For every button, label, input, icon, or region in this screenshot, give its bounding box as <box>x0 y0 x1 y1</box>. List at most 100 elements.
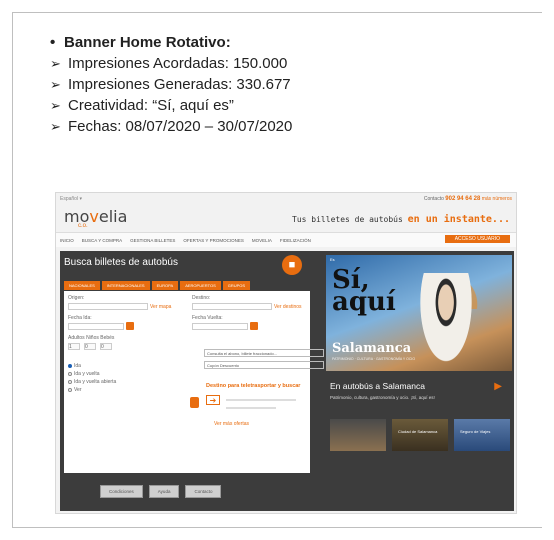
search-tabs: NACIONALES INTERNACIONALES EUROPA AEROPU… <box>64 281 251 290</box>
search-form: Origen: Ver mapa Destino: Ver destinos F… <box>64 291 324 473</box>
main-content: Busca billetes de autobús ■ NACIONALES I… <box>60 251 514 511</box>
header: movelia c.o. Tus billetes de autobús en … <box>56 205 516 233</box>
phone-info: Contacto 902 94 64 28 más números <box>424 196 512 202</box>
radio-icon <box>68 379 72 384</box>
arrow-bullet-icon: ➢ <box>50 119 61 134</box>
nav-item-fidelizacion[interactable]: FIDELIZACIÓN <box>280 238 311 243</box>
bottom-button-contact[interactable]: Contacto <box>185 485 222 498</box>
radio-ida-vuelta-abierta[interactable]: Ida y vuelta abierta <box>68 379 116 385</box>
bullet-heading: • Banner Home Rotativo: <box>50 32 510 53</box>
tagline-highlight: en un instante... <box>407 214 510 225</box>
top-bar: Español ▾ Contacto 902 94 64 28 más núme… <box>56 193 516 205</box>
tab-nacionales[interactable]: NACIONALES <box>64 281 100 290</box>
main-nav: INICIO BUSCA Y COMPRA GESTIONA BILLETES … <box>56 233 516 247</box>
bullet-text: Creatividad: “Sí, aquí es” <box>68 97 234 114</box>
date-out-label: Fecha Ida: <box>68 315 92 321</box>
radio-icon <box>68 371 72 376</box>
open-ticket-label: Ver <box>74 387 82 393</box>
bottom-buttons: Condiciones Ayuda Contacto <box>100 485 222 498</box>
bullet-text: Impresiones Acordadas: 150.000 <box>68 55 288 72</box>
bullet-text: Fechas: 08/07/2020 – 30/07/2020 <box>68 118 293 135</box>
tab-internacionales[interactable]: INTERNACIONALES <box>101 281 150 290</box>
thumbnail-insurance[interactable]: Seguro de Viajes <box>454 419 510 451</box>
radio-ida-label: Ida <box>74 363 81 369</box>
promo-title[interactable]: En autobús a Salamanca <box>330 381 425 391</box>
children-value: 0 <box>85 344 88 350</box>
radio-ida[interactable]: Ida <box>68 363 81 369</box>
bullet-item: ➢ Impresiones Generadas: 330.677 <box>50 74 510 95</box>
banner-subtitle: PATRIMONIO · CULTURA · GASTRONOMÍA Y OCI… <box>332 357 416 361</box>
bullet-text: Impresiones Generadas: 330.677 <box>68 76 291 93</box>
search-arrow-button[interactable]: ➔ <box>206 395 220 405</box>
nav-item-busca[interactable]: BUSCA Y COMPRA <box>82 238 122 243</box>
see-map-link[interactable]: Ver mapa <box>150 304 171 310</box>
logo-text-v: v <box>89 207 99 226</box>
adults-select[interactable]: 1 <box>68 343 80 350</box>
rotating-banner[interactable]: Es Sí, aquí Salamanca PATRIMONIO · CULTUR… <box>326 255 512 371</box>
date-back-label: Fecha Vuelta: <box>192 315 223 321</box>
passengers-label: Adultos Niños Bebés <box>68 335 115 341</box>
calendar-icon[interactable] <box>126 322 134 330</box>
bottom-button-conditions[interactable]: Condiciones <box>100 485 143 498</box>
language-select[interactable]: Español ▾ <box>60 196 82 202</box>
tagline-text: Tus billetes de autobús <box>292 215 403 224</box>
radio-ida-vuelta-label: Ida y vuelta <box>74 371 100 377</box>
user-access-button[interactable]: ACCESO USUARIO <box>444 235 510 243</box>
thumbnail-salamanca[interactable]: Ciudad de Salamanca <box>392 419 448 451</box>
info-box-cupon[interactable]: Cupón Descuento <box>204 361 324 369</box>
origin-label: Origen: <box>68 295 85 301</box>
cta-text: Destino para teletrasportar y buscar <box>206 383 301 389</box>
bottom-button-help[interactable]: Ayuda <box>148 485 180 498</box>
website-screenshot: Español ▾ Contacto 902 94 64 28 más núme… <box>55 192 517 514</box>
radio-ida-vuelta[interactable]: Ida y vuelta <box>68 371 100 377</box>
arrow-bullet-icon: ➢ <box>50 56 61 71</box>
banner-corner-label: Es <box>330 257 335 262</box>
see-dest-link[interactable]: Ver destinos <box>274 304 302 310</box>
bullet-item: ➢ Fechas: 08/07/2020 – 30/07/2020 <box>50 116 510 137</box>
banner-aqui: aquí <box>332 287 396 317</box>
promo-box: En autobús a Salamanca ▶ Patrimonio, cul… <box>326 373 512 481</box>
nav-item-gestiona[interactable]: GESTIONA BILLETES <box>130 238 175 243</box>
nav-item-inicio[interactable]: INICIO <box>60 238 74 243</box>
next-arrow-icon[interactable]: ▶ <box>494 381 502 392</box>
logo-subtext: c.o. <box>78 223 88 229</box>
info-box-abono[interactable]: Consulta el abono, billete fraccionado..… <box>204 349 324 357</box>
babies-select[interactable]: 0 <box>100 343 112 350</box>
progress-line <box>226 407 276 409</box>
search-panel: Busca billetes de autobús ■ NACIONALES I… <box>60 251 324 498</box>
promo-thumbnails: Ciudad de Salamanca Seguro de Viajes <box>330 419 510 451</box>
phone-more-link[interactable]: más números <box>482 196 512 202</box>
progress-line <box>226 399 296 401</box>
origin-input[interactable] <box>68 303 148 310</box>
thumbnail-label: Seguro de Viajes <box>460 429 491 434</box>
nav-item-movelia[interactable]: MOVELIA <box>252 238 272 243</box>
date-back-input[interactable] <box>192 323 248 330</box>
thumbnail-label: Ciudad de Salamanca <box>398 429 438 434</box>
radio-icon <box>68 387 72 392</box>
children-select[interactable]: 0 <box>84 343 96 350</box>
calendar-icon[interactable] <box>250 322 258 330</box>
bullet-item: ➢ Impresiones Acordadas: 150.000 <box>50 53 510 74</box>
more-offers-link[interactable]: Ver más ofertas <box>214 421 249 427</box>
tab-europa[interactable]: EUROPA <box>151 281 179 290</box>
tab-aeropuertos[interactable]: AEROPUERTOS <box>180 281 221 290</box>
arrow-bullet-icon: ➢ <box>50 98 61 113</box>
thumbnail-city[interactable] <box>330 419 386 451</box>
banner-city: Salamanca <box>332 341 412 356</box>
movelia-logo[interactable]: movelia <box>64 207 127 226</box>
dest-input[interactable] <box>192 303 272 310</box>
woman-figure-image <box>416 273 476 371</box>
banner-headline: Sí, aquí <box>332 267 396 317</box>
babies-value: 0 <box>101 344 104 350</box>
lock-icon <box>190 397 199 408</box>
promo-subtitle: Patrimonio, cultura, gastronomía y ocio.… <box>330 395 435 400</box>
nav-item-ofertas[interactable]: OFERTAS Y PROMOCIONES <box>183 238 243 243</box>
phone-label: Contacto <box>423 196 444 202</box>
radio-selected-icon <box>68 363 72 368</box>
bullet-item: ➢ Creatividad: “Sí, aquí es” <box>50 95 510 116</box>
tab-grupos[interactable]: GRUPOS <box>222 281 251 290</box>
search-title: Busca billetes de autobús <box>64 257 178 268</box>
date-out-input[interactable] <box>68 323 124 330</box>
dest-label: Destino: <box>192 295 211 301</box>
open-ticket-row[interactable]: Ver <box>68 387 82 393</box>
